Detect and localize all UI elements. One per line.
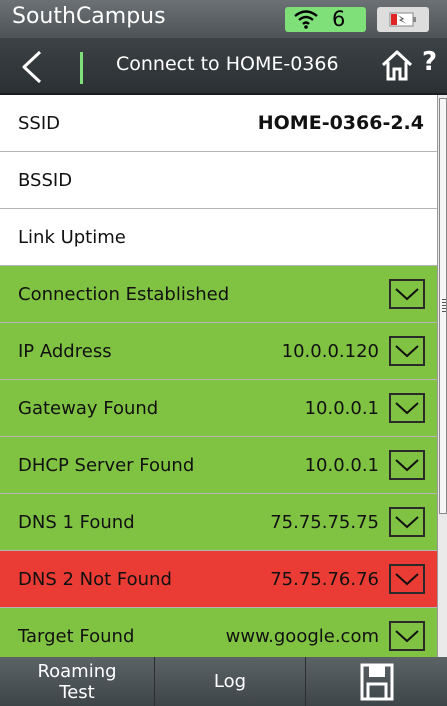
chevron-down-icon xyxy=(395,288,419,301)
list-scrollbar[interactable] xyxy=(437,95,447,657)
row-label: IP Address xyxy=(18,340,112,362)
expand-dropdown-button[interactable] xyxy=(389,450,425,480)
chevron-down-icon xyxy=(395,516,419,529)
chevron-down-icon xyxy=(395,573,419,586)
row-value: 10.0.0.1 xyxy=(304,397,379,419)
row-value: HOME-0366-2.4 xyxy=(257,112,424,134)
nav-bar: Connect to HOME-0366 ? xyxy=(0,38,447,95)
expand-dropdown-button[interactable] xyxy=(389,621,425,651)
help-icon[interactable]: ? xyxy=(422,47,437,77)
battery-charging-icon xyxy=(389,12,416,27)
status-bar: SouthCampus 6 xyxy=(0,0,447,38)
bottom-toolbar: Roaming Test Log xyxy=(0,657,447,706)
status-title: SouthCampus xyxy=(12,4,166,29)
dns1-found-row[interactable]: DNS 1 Found 75.75.75.75 xyxy=(0,494,437,551)
row-value: 75.75.76.76 xyxy=(270,568,379,590)
bssid-row: BSSID xyxy=(0,152,437,209)
row-label: DNS 2 Not Found xyxy=(18,568,172,590)
expand-dropdown-button[interactable] xyxy=(389,393,425,423)
nav-divider xyxy=(80,52,83,84)
log-label: Log xyxy=(213,671,247,692)
ssid-row: SSID HOME-0366-2.4 xyxy=(0,95,437,152)
page-title: Connect to HOME-0366 xyxy=(116,53,339,75)
row-label: Target Found xyxy=(18,625,135,647)
row-label: SSID xyxy=(18,112,61,134)
link-uptime-row: Link Uptime xyxy=(0,209,437,266)
row-label: Link Uptime xyxy=(18,226,126,248)
roaming-test-label-line1: Roaming xyxy=(37,660,117,682)
roaming-test-button[interactable]: Roaming Test xyxy=(0,657,155,706)
row-label: DHCP Server Found xyxy=(18,454,195,476)
chevron-down-icon xyxy=(395,459,419,472)
row-label: BSSID xyxy=(18,169,73,191)
wifi-icon xyxy=(294,10,318,29)
save-icon xyxy=(360,663,393,700)
row-value: www.google.com xyxy=(225,625,379,647)
row-value: 10.0.0.1 xyxy=(304,454,379,476)
expand-dropdown-button[interactable] xyxy=(389,507,425,537)
expand-dropdown-button[interactable] xyxy=(389,279,425,309)
log-button[interactable]: Log xyxy=(155,657,306,706)
wifi-count: 6 xyxy=(332,7,346,31)
battery-indicator xyxy=(377,7,429,32)
ip-address-row[interactable]: IP Address 10.0.0.120 xyxy=(0,323,437,380)
row-label: Gateway Found xyxy=(18,397,159,419)
dhcp-server-found-row[interactable]: DHCP Server Found 10.0.0.1 xyxy=(0,437,437,494)
expand-dropdown-button[interactable] xyxy=(389,336,425,366)
wifi-status-badge[interactable]: 6 xyxy=(285,7,366,32)
scrollbar-grip xyxy=(442,299,446,313)
row-value: 75.75.75.75 xyxy=(270,511,379,533)
gateway-found-row[interactable]: Gateway Found 10.0.0.1 xyxy=(0,380,437,437)
roaming-test-label-line2: Test xyxy=(59,681,95,703)
expand-dropdown-button[interactable] xyxy=(389,564,425,594)
chevron-down-icon xyxy=(395,630,419,643)
row-value: 10.0.0.120 xyxy=(281,340,379,362)
connection-established-row[interactable]: Connection Established xyxy=(0,266,437,323)
scrollbar-thumb[interactable] xyxy=(439,98,447,514)
back-arrow-icon[interactable] xyxy=(20,50,44,84)
row-label: Connection Established xyxy=(18,283,230,305)
chevron-down-icon xyxy=(395,402,419,415)
save-button[interactable] xyxy=(306,657,447,706)
connection-steps-list: SSID HOME-0366-2.4 BSSID Link Uptime Con… xyxy=(0,95,437,665)
chevron-down-icon xyxy=(395,345,419,358)
home-icon[interactable] xyxy=(380,48,414,82)
row-label: DNS 1 Found xyxy=(18,511,135,533)
dns2-not-found-row[interactable]: DNS 2 Not Found 75.75.76.76 xyxy=(0,551,437,608)
